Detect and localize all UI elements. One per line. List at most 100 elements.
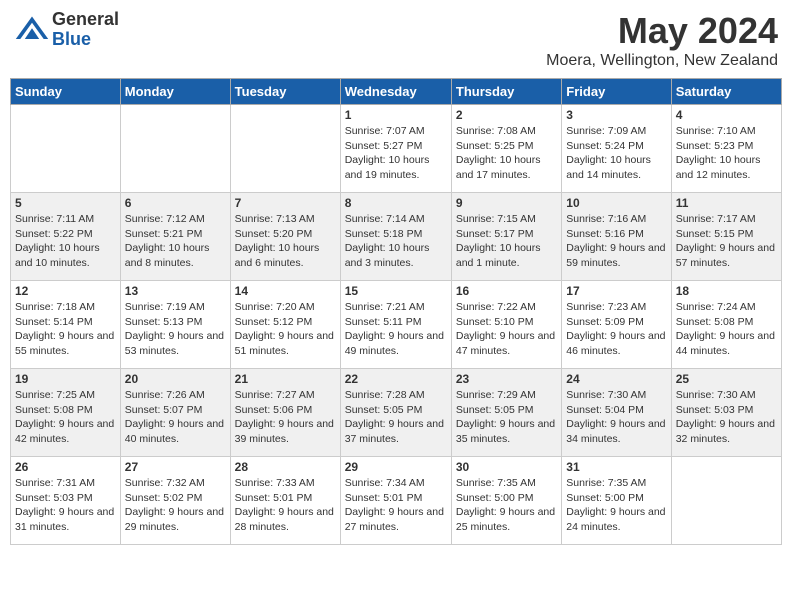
sunset-text: Sunset: 5:27 PM <box>345 139 447 154</box>
calendar-cell: 29 Sunrise: 7:34 AMSunset: 5:01 PMDayligh… <box>340 457 451 545</box>
day-info: Sunrise: 7:32 AMSunset: 5:02 PMDaylight:… <box>125 476 226 535</box>
calendar-week-row: 1Sunrise: 7:07 AMSunset: 5:27 PMDaylight… <box>11 105 782 193</box>
sunset-text: Sunset: 5:04 PM <box>566 403 666 418</box>
daylight-text: Daylight: 9 hours and 53 minutes. <box>125 329 226 358</box>
page-header: General Blue May 2024 Moera, Wellington,… <box>10 10 782 70</box>
sunrise-text: Sunrise: 7:17 AM <box>676 212 777 227</box>
sunset-text: Sunset: 5:23 PM <box>676 139 777 154</box>
day-info: Sunrise: 7:24 AMSunset: 5:08 PMDaylight:… <box>676 300 777 359</box>
daylight-text: Daylight: 9 hours and 29 minutes. <box>125 505 226 534</box>
calendar-table: SundayMondayTuesdayWednesdayThursdayFrid… <box>10 78 782 545</box>
daylight-text: Daylight: 9 hours and 27 minutes. <box>345 505 447 534</box>
day-number: 13 <box>125 284 226 298</box>
day-number: 19 <box>15 372 116 386</box>
day-number: 25 <box>676 372 777 386</box>
sunset-text: Sunset: 5:12 PM <box>235 315 336 330</box>
day-info: Sunrise: 7:21 AMSunset: 5:11 PMDaylight:… <box>345 300 447 359</box>
daylight-text: Daylight: 9 hours and 25 minutes. <box>456 505 557 534</box>
sunset-text: Sunset: 5:17 PM <box>456 227 557 242</box>
sunrise-text: Sunrise: 7:32 AM <box>125 476 226 491</box>
calendar-cell: 31Sunrise: 7:35 AMSunset: 5:00 PMDayligh… <box>562 457 671 545</box>
day-info: Sunrise: 7:17 AMSunset: 5:15 PMDaylight:… <box>676 212 777 271</box>
day-info: Sunrise: 7:35 AMSunset: 5:00 PMDaylight:… <box>566 476 666 535</box>
daylight-text: Daylight: 9 hours and 51 minutes. <box>235 329 336 358</box>
calendar-cell: 11Sunrise: 7:17 AMSunset: 5:15 PMDayligh… <box>671 193 781 281</box>
calendar-cell: 15 Sunrise: 7:21 AMSunset: 5:11 PMDayligh… <box>340 281 451 369</box>
daylight-text: Daylight: 9 hours and 39 minutes. <box>235 417 336 446</box>
day-info: Sunrise: 7:29 AMSunset: 5:05 PMDaylight:… <box>456 388 557 447</box>
day-info: Sunrise: 7:19 AMSunset: 5:13 PMDaylight:… <box>125 300 226 359</box>
sunset-text: Sunset: 5:09 PM <box>566 315 666 330</box>
calendar-cell: 22Sunrise: 7:28 AMSunset: 5:05 PMDayligh… <box>340 369 451 457</box>
sunrise-text: Sunrise: 7:18 AM <box>15 300 116 315</box>
sunrise-text: Sunrise: 7:20 AM <box>235 300 336 315</box>
weekday-header: Monday <box>120 79 230 105</box>
day-info: Sunrise: 7:10 AMSunset: 5:23 PMDaylight:… <box>676 124 777 183</box>
daylight-text: Daylight: 9 hours and 34 minutes. <box>566 417 666 446</box>
daylight-text: Daylight: 9 hours and 32 minutes. <box>676 417 777 446</box>
day-info: Sunrise: 7:15 AMSunset: 5:17 PMDaylight:… <box>456 212 557 271</box>
day-number: 18 <box>676 284 777 298</box>
sunset-text: Sunset: 5:05 PM <box>345 403 447 418</box>
calendar-cell: 26Sunrise: 7:31 AMSunset: 5:03 PMDayligh… <box>11 457 121 545</box>
calendar-cell: 16Sunrise: 7:22 AMSunset: 5:10 PMDayligh… <box>451 281 561 369</box>
sunset-text: Sunset: 5:01 PM <box>235 491 336 506</box>
daylight-text: Daylight: 9 hours and 31 minutes. <box>15 505 116 534</box>
sunrise-text: Sunrise: 7:30 AM <box>676 388 777 403</box>
sunset-text: Sunset: 5:18 PM <box>345 227 447 242</box>
daylight-text: Daylight: 9 hours and 46 minutes. <box>566 329 666 358</box>
day-info: Sunrise: 7:18 AMSunset: 5:14 PMDaylight:… <box>15 300 116 359</box>
daylight-text: Daylight: 9 hours and 42 minutes. <box>15 417 116 446</box>
day-number: 5 <box>15 196 116 210</box>
sunrise-text: Sunrise: 7:26 AM <box>125 388 226 403</box>
daylight-text: Daylight: 10 hours and 3 minutes. <box>345 241 447 270</box>
day-number: 7 <box>235 196 336 210</box>
day-number: 23 <box>456 372 557 386</box>
day-number: 1 <box>345 108 447 122</box>
calendar-cell: 14Sunrise: 7:20 AMSunset: 5:12 PMDayligh… <box>230 281 340 369</box>
logo-blue: Blue <box>52 30 119 50</box>
day-info: Sunrise: 7:34 AMSunset: 5:01 PMDaylight:… <box>345 476 447 535</box>
calendar-cell: 10Sunrise: 7:16 AMSunset: 5:16 PMDayligh… <box>562 193 671 281</box>
calendar-cell: 8Sunrise: 7:14 AMSunset: 5:18 PMDaylight… <box>340 193 451 281</box>
sunrise-text: Sunrise: 7:13 AM <box>235 212 336 227</box>
day-number: 29 <box>345 460 447 474</box>
sunset-text: Sunset: 5:11 PM <box>345 315 447 330</box>
day-info: Sunrise: 7:20 AMSunset: 5:12 PMDaylight:… <box>235 300 336 359</box>
sunset-text: Sunset: 5:08 PM <box>676 315 777 330</box>
day-info: Sunrise: 7:12 AMSunset: 5:21 PMDaylight:… <box>125 212 226 271</box>
day-number: 15 <box>345 284 447 298</box>
day-number: 3 <box>566 108 666 122</box>
weekday-header: Tuesday <box>230 79 340 105</box>
title-section: May 2024 Moera, Wellington, New Zealand <box>546 10 778 70</box>
day-number: 16 <box>456 284 557 298</box>
calendar-cell: 1Sunrise: 7:07 AMSunset: 5:27 PMDaylight… <box>340 105 451 193</box>
day-info: Sunrise: 7:35 AMSunset: 5:00 PMDaylight:… <box>456 476 557 535</box>
weekday-header: Saturday <box>671 79 781 105</box>
sunset-text: Sunset: 5:24 PM <box>566 139 666 154</box>
sunset-text: Sunset: 5:13 PM <box>125 315 226 330</box>
sunset-text: Sunset: 5:15 PM <box>676 227 777 242</box>
day-number: 9 <box>456 196 557 210</box>
sunrise-text: Sunrise: 7:25 AM <box>15 388 116 403</box>
sunrise-text: Sunrise: 7:16 AM <box>566 212 666 227</box>
daylight-text: Daylight: 9 hours and 35 minutes. <box>456 417 557 446</box>
sunset-text: Sunset: 5:07 PM <box>125 403 226 418</box>
calendar-cell: 2Sunrise: 7:08 AMSunset: 5:25 PMDaylight… <box>451 105 561 193</box>
sunrise-text: Sunrise: 7:21 AM <box>345 300 447 315</box>
day-info: Sunrise: 7:23 AMSunset: 5:09 PMDaylight:… <box>566 300 666 359</box>
day-number: 12 <box>15 284 116 298</box>
daylight-text: Daylight: 9 hours and 37 minutes. <box>345 417 447 446</box>
calendar-cell: 17Sunrise: 7:23 AMSunset: 5:09 PMDayligh… <box>562 281 671 369</box>
sunset-text: Sunset: 5:14 PM <box>15 315 116 330</box>
sunrise-text: Sunrise: 7:07 AM <box>345 124 447 139</box>
daylight-text: Daylight: 9 hours and 59 minutes. <box>566 241 666 270</box>
sunset-text: Sunset: 5:05 PM <box>456 403 557 418</box>
day-number: 27 <box>125 460 226 474</box>
calendar-cell: 20Sunrise: 7:26 AMSunset: 5:07 PMDayligh… <box>120 369 230 457</box>
sunrise-text: Sunrise: 7:27 AM <box>235 388 336 403</box>
calendar-cell: 7Sunrise: 7:13 AMSunset: 5:20 PMDaylight… <box>230 193 340 281</box>
logo-general: General <box>52 10 119 30</box>
sunset-text: Sunset: 5:00 PM <box>566 491 666 506</box>
day-number: 28 <box>235 460 336 474</box>
